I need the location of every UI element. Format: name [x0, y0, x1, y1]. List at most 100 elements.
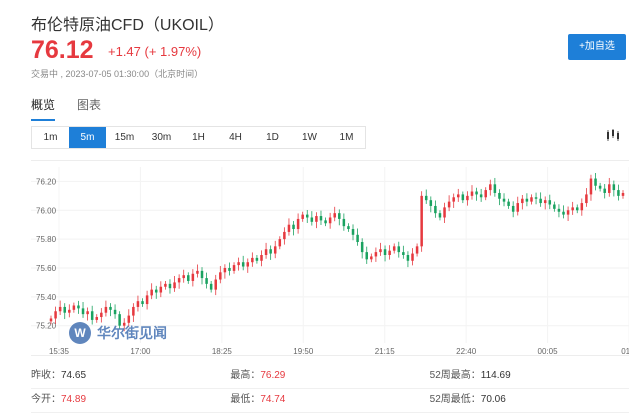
candle-body [54, 311, 57, 319]
candle-body [452, 197, 455, 202]
candle-body [466, 195, 469, 201]
candle-body [617, 190, 620, 196]
candle-body [77, 305, 80, 309]
interval-1h-button[interactable]: 1H [180, 127, 217, 148]
candle-body [228, 267, 231, 271]
candle-body [104, 306, 108, 313]
candle-body [209, 283, 213, 290]
candle-body [205, 278, 208, 284]
candle-body [164, 283, 167, 287]
tab-chart[interactable]: 图表 [77, 96, 101, 121]
y-tick-label: 75.60 [36, 264, 57, 273]
stat-52w-low: 52周最低：70.06 [430, 389, 629, 412]
stat-value: 114.69 [480, 370, 511, 381]
candle-body [484, 190, 487, 198]
candle-body [260, 255, 263, 261]
interval-1w-button[interactable]: 1W [291, 127, 328, 148]
candle-body [173, 282, 176, 289]
candle-body [360, 242, 364, 253]
candle-body [237, 262, 240, 266]
add-watchlist-button[interactable]: +加自选 [568, 34, 626, 60]
stat-high: 最高：76.29 [230, 365, 429, 388]
candle-body [251, 257, 254, 263]
candle-body [287, 224, 291, 232]
candle-body [562, 211, 565, 215]
candle-body [571, 207, 574, 211]
stat-prev-close: 昨收：74.65 [31, 365, 230, 388]
candle-body [310, 217, 314, 222]
y-tick-label: 75.40 [36, 293, 57, 302]
candle-body [49, 318, 53, 322]
candle-body [553, 204, 556, 209]
stats-row: 昨收：74.65 最高：76.29 52周最高：114.69 [31, 365, 629, 389]
candle-body [255, 257, 259, 261]
candle-body [543, 200, 547, 204]
candle-body [182, 275, 185, 279]
candle-body [145, 295, 149, 305]
candle-body [370, 256, 373, 260]
candle-body [338, 213, 341, 219]
wallstreetcn-logo-icon: W [69, 322, 91, 344]
candle-body [566, 210, 570, 215]
candle-body [365, 252, 369, 260]
candle-body [470, 191, 474, 196]
x-tick-label: 22:40 [456, 347, 477, 356]
candle-body [447, 201, 451, 208]
stat-label: 昨收： [31, 370, 61, 381]
tab-overview[interactable]: 概览 [31, 96, 56, 121]
candle-body [301, 214, 304, 219]
candle-body [580, 203, 584, 211]
candlestick-icon[interactable] [606, 128, 620, 142]
candle-body [516, 203, 520, 212]
candle-body [223, 267, 227, 273]
candle-body [187, 275, 190, 281]
x-tick-label: 19:50 [293, 347, 314, 356]
candle-body [191, 273, 195, 281]
candle-body [575, 207, 579, 211]
x-tick-label: 18:25 [212, 347, 233, 356]
candle-body [305, 214, 309, 218]
interval-1mo-button[interactable]: 1M [328, 127, 365, 148]
candle-body [461, 194, 465, 201]
candle-body [530, 197, 533, 202]
candle-body [328, 217, 332, 224]
current-price: 76.12 [31, 36, 94, 64]
candle-body [415, 246, 419, 254]
interval-4h-button[interactable]: 4H [217, 127, 254, 148]
stat-value: 74.74 [260, 394, 286, 405]
interval-30m-button[interactable]: 30m [143, 127, 180, 148]
interval-15m-button[interactable]: 15m [106, 127, 143, 148]
candle-body [219, 272, 222, 280]
candle-body [511, 205, 515, 212]
candle-body [90, 311, 94, 320]
candle-body [264, 249, 268, 255]
x-tick-label: 21:15 [375, 347, 396, 356]
candle-body [612, 184, 616, 191]
y-tick-label: 75.80 [36, 235, 57, 244]
candle-body [489, 184, 492, 191]
candle-body [109, 306, 112, 310]
interval-5m-button[interactable]: 5m [69, 127, 106, 148]
interval-1m-button[interactable]: 1m [32, 127, 69, 148]
stat-label: 52周最高： [429, 370, 481, 381]
candle-body [278, 239, 282, 247]
interval-1d-button[interactable]: 1D [254, 127, 291, 148]
candle-body [475, 191, 478, 195]
candle-body [608, 184, 611, 193]
candle-body [397, 246, 401, 253]
x-tick-label: 15:35 [49, 347, 70, 356]
candle-body [557, 208, 561, 212]
stat-low: 最低：74.74 [230, 389, 429, 412]
candle-body [379, 249, 382, 253]
candle-body [113, 309, 117, 315]
main-tabs: 概览 图表 [31, 96, 101, 121]
candle-body [200, 270, 204, 279]
candle-body [72, 305, 76, 310]
candle-body [342, 218, 346, 227]
candle-body [100, 312, 103, 318]
candle-body [479, 194, 483, 198]
stat-52w-high: 52周最高：114.69 [430, 365, 629, 388]
candle-body [438, 213, 442, 218]
candle-body [598, 185, 602, 189]
candle-body [534, 197, 538, 199]
